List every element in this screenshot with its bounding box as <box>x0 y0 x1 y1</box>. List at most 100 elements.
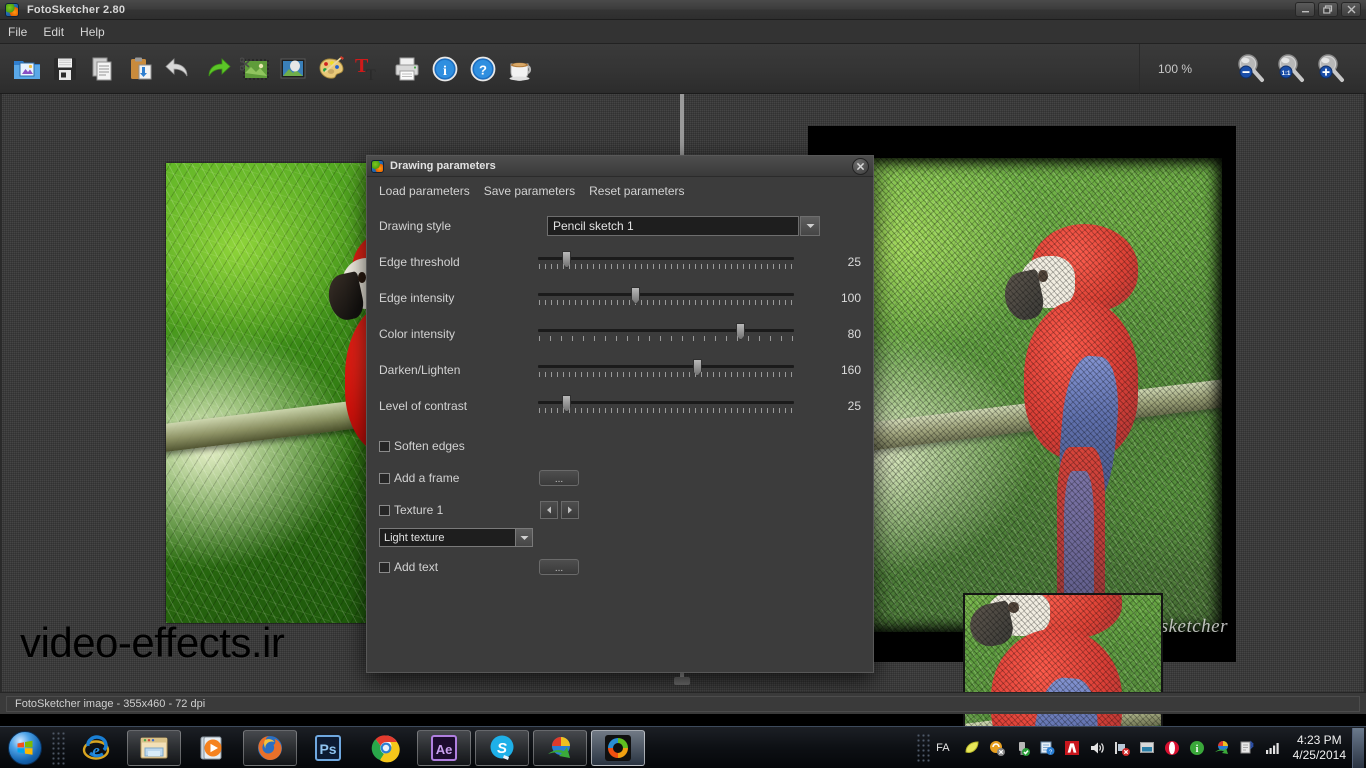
svg-text:1:1: 1:1 <box>1282 71 1291 77</box>
magnifier-plus-icon <box>1318 53 1344 82</box>
level-of-contrast-slider[interactable] <box>538 394 794 418</box>
zoom-actual-button[interactable]: 1:1 <box>1270 48 1310 90</box>
network-disconnected-icon[interactable] <box>1112 737 1133 758</box>
statusbar: FotoSketcher image - 355x460 - 72 dpi <box>0 692 1366 714</box>
add-frame-label: Add a frame <box>394 471 460 485</box>
taskbar-clock[interactable]: 4:23 PM 4/25/2014 <box>1293 733 1346 763</box>
coffee-cup-icon <box>509 62 532 81</box>
edge-threshold-slider[interactable] <box>538 250 794 274</box>
chevron-down-icon[interactable] <box>800 216 820 236</box>
svg-text:e: e <box>92 741 100 760</box>
language-indicator[interactable]: FA <box>936 742 949 754</box>
texture-combo[interactable]: Light texture <box>379 528 533 547</box>
darken-lighten-slider[interactable] <box>538 358 794 382</box>
main-toolbar: T T i ? 100 % 1:1 <box>0 43 1366 94</box>
arrow-right-icon[interactable] <box>561 501 579 519</box>
menu-edit[interactable]: Edit <box>35 22 72 42</box>
texture-checkbox[interactable] <box>379 504 390 516</box>
internet-explorer-icon: e <box>82 734 110 760</box>
taskbar-media-player[interactable] <box>185 730 239 766</box>
info-green-icon[interactable]: i <box>1187 737 1208 758</box>
show-desktop-button[interactable] <box>1352 727 1364 768</box>
add-frame-checkbox[interactable] <box>379 472 390 484</box>
svg-text:Ae: Ae <box>436 742 453 757</box>
taskbar-grip[interactable] <box>51 730 67 765</box>
load-parameters-menu[interactable]: Load parameters <box>379 184 470 198</box>
print-button[interactable] <box>388 49 426 89</box>
taskbar-internet-explorer[interactable]: e <box>69 730 123 766</box>
add-text-button[interactable]: T T <box>350 49 388 89</box>
taskbar-firefox[interactable] <box>243 729 297 766</box>
save-file-button[interactable] <box>46 49 84 89</box>
idm-tray-icon[interactable] <box>1212 737 1233 758</box>
texture-row[interactable]: Texture 1 <box>379 494 579 526</box>
restore-icon[interactable] <box>1318 2 1338 17</box>
help-button[interactable]: ? <box>464 49 502 89</box>
info-circle-icon: i <box>432 56 458 81</box>
menu-file[interactable]: File <box>0 22 35 42</box>
menu-help[interactable]: Help <box>72 22 113 42</box>
zoom-out-button[interactable] <box>1230 48 1270 90</box>
undo-button[interactable] <box>160 49 198 89</box>
crop-button[interactable] <box>236 49 274 89</box>
add-frame-row[interactable]: Add a frame ... <box>379 462 579 494</box>
add-text-label: Add text <box>394 560 439 574</box>
add-text-row[interactable]: Add text ... <box>379 551 579 583</box>
open-file-button[interactable] <box>8 49 46 89</box>
tray-grip[interactable] <box>916 732 931 763</box>
volume-icon[interactable] <box>1087 737 1108 758</box>
taskbar-skype[interactable]: S <box>475 729 529 766</box>
clock-time: 4:23 PM <box>1296 732 1342 747</box>
bluetooth-device-icon[interactable] <box>1237 737 1258 758</box>
clock-date: 4/25/2014 <box>1292 747 1346 762</box>
idm-icon <box>548 736 570 758</box>
drawing-style-combo[interactable]: Pencil sketch 1 <box>547 216 820 236</box>
copy-button[interactable] <box>84 49 122 89</box>
zoom-in-button[interactable] <box>1310 48 1350 90</box>
chevron-down-icon[interactable] <box>515 529 532 546</box>
undo-arrow-icon <box>165 57 188 76</box>
taskbar-photoshop[interactable]: Ps <box>301 730 355 766</box>
usb-safely-remove-icon[interactable] <box>1012 737 1033 758</box>
resize-image-button[interactable] <box>274 49 312 89</box>
opera-icon[interactable] <box>1162 737 1183 758</box>
paste-button[interactable] <box>122 49 160 89</box>
save-parameters-menu[interactable]: Save parameters <box>484 184 575 198</box>
edge-intensity-value: 100 <box>840 291 861 305</box>
taskbar-fotosketcher[interactable] <box>591 729 645 766</box>
chrome-icon <box>371 734 400 762</box>
signal-bars-icon[interactable] <box>1262 737 1283 758</box>
taskbar-after-effects[interactable]: Ae <box>417 729 471 766</box>
color-intensity-slider[interactable] <box>538 322 794 346</box>
soften-edges-row[interactable]: Soften edges <box>379 430 579 462</box>
text-options-button[interactable]: ... <box>539 559 579 575</box>
donate-button[interactable] <box>502 49 540 89</box>
soften-edges-checkbox[interactable] <box>379 440 390 452</box>
minimize-icon[interactable] <box>1295 2 1315 17</box>
pane-splitter-grip[interactable] <box>674 677 690 685</box>
blue-settings-icon[interactable]: ? <box>1037 737 1058 758</box>
arrow-left-icon[interactable] <box>540 501 558 519</box>
adobe-icon[interactable] <box>1062 737 1083 758</box>
taskbar-download-manager[interactable] <box>533 729 587 766</box>
start-button[interactable] <box>2 729 48 767</box>
taskbar-chrome[interactable] <box>359 730 413 766</box>
redo-button[interactable] <box>198 49 236 89</box>
dialog-menubar: Load parameters Save parameters Reset pa… <box>367 180 873 202</box>
close-icon[interactable] <box>852 157 869 175</box>
slider-row-color-intensity: Color intensity 80 <box>379 316 861 352</box>
level-of-contrast-value: 25 <box>847 399 861 413</box>
add-text-checkbox[interactable] <box>379 561 390 573</box>
reset-parameters-menu[interactable]: Reset parameters <box>589 184 684 198</box>
drawing-parameters-button[interactable] <box>312 49 350 89</box>
update-blocked-icon[interactable] <box>987 737 1008 758</box>
slider-row-level-of-contrast: Level of contrast 25 <box>379 388 861 424</box>
close-icon[interactable] <box>1341 2 1361 17</box>
info-button[interactable]: i <box>426 49 464 89</box>
taskbar-windows-explorer[interactable] <box>127 729 181 766</box>
darken-lighten-value: 160 <box>840 363 861 377</box>
yellow-leaf-icon[interactable] <box>962 737 983 758</box>
edge-intensity-slider[interactable] <box>538 286 794 310</box>
frame-options-button[interactable]: ... <box>539 470 579 486</box>
monitor-icon[interactable] <box>1137 737 1158 758</box>
